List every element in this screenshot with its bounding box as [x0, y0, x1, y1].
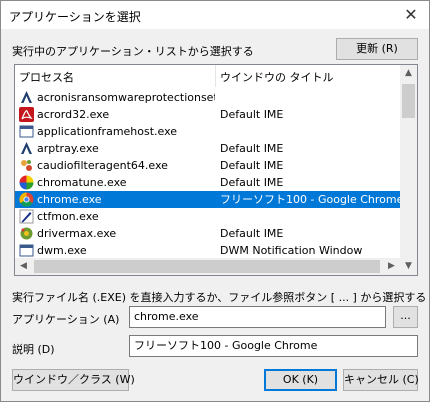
chrome-icon [19, 192, 34, 207]
close-icon[interactable]: ✕ [401, 5, 421, 25]
application-input[interactable]: chrome.exe [129, 306, 386, 328]
scroll-left-icon[interactable]: ◀ [15, 258, 32, 275]
refresh-button[interactable]: 更新 (R) [336, 38, 418, 60]
column-header-title[interactable]: ウインドウの タイトル [220, 69, 334, 85]
gear-icon [19, 226, 34, 241]
list-item[interactable]: applicationframehost.exe [15, 123, 400, 140]
list-item[interactable]: caudiofilteragent64.exe Default IME [15, 157, 400, 174]
title-bar: アプリケーションを選択 ✕ [1, 1, 429, 29]
list-item[interactable]: dwm.exe DWM Notification Window [15, 242, 400, 259]
window-title: Default IME [220, 176, 284, 189]
acrobat-icon [19, 107, 34, 122]
list-item[interactable]: arptray.exe Default IME [15, 140, 400, 157]
vertical-scrollbar[interactable]: ▲ ▼ [400, 65, 417, 275]
list-item[interactable]: drivermax.exe Default IME [15, 225, 400, 242]
horizontal-scroll-thumb[interactable] [34, 260, 380, 273]
process-name: applicationframehost.exe [37, 125, 178, 138]
browse-button[interactable]: ... [393, 306, 418, 328]
ok-button[interactable]: OK (K) [264, 369, 337, 391]
window-class-button[interactable]: ウインドウ／クラス (W) [12, 369, 135, 391]
audio-icon [19, 158, 34, 173]
scroll-down-icon[interactable]: ▼ [400, 258, 417, 275]
application-label: アプリケーション (A) [12, 313, 120, 326]
process-name: acronisransomwareprotectionsetu... [37, 91, 215, 104]
window-title: Default IME [220, 142, 284, 155]
scroll-up-icon[interactable]: ▲ [400, 65, 417, 82]
cancel-button[interactable]: キャンセル (C) [343, 369, 419, 391]
description-input[interactable]: フリーソフト100 - Google Chrome [129, 335, 418, 357]
window-icon [19, 124, 34, 139]
window-title: フリーソフト100 - Google Chrome [220, 193, 404, 206]
process-name: arptray.exe [37, 142, 99, 155]
window-title: Default IME [220, 159, 284, 172]
list-header: プロセス名 ウインドウの タイトル [15, 65, 417, 87]
process-list[interactable]: プロセス名 ウインドウの タイトル acronisransomwareprote… [14, 64, 418, 276]
window-title: Default IME [220, 108, 284, 121]
process-name: chromatune.exe [37, 176, 127, 189]
list-item[interactable]: ctfmon.exe [15, 208, 400, 225]
process-name: ctfmon.exe [37, 210, 99, 223]
pen-icon [19, 209, 34, 224]
column-divider[interactable] [215, 65, 216, 87]
list-item[interactable]: acrord32.exe Default IME [15, 106, 400, 123]
description-label: 説明 (D) [12, 343, 55, 356]
column-header-process[interactable]: プロセス名 [19, 69, 74, 85]
process-name: caudiofilteragent64.exe [37, 159, 168, 172]
exe-instruction-label: 実行ファイル名 (.EXE) を直接入力するか、ファイル参照ボタン [ ... … [12, 291, 427, 304]
window-icon [19, 243, 34, 258]
process-name: drivermax.exe [37, 227, 117, 240]
process-name: dwm.exe [37, 244, 87, 257]
list-item[interactable]: acronisransomwareprotectionsetu... [15, 89, 400, 106]
list-rows: acronisransomwareprotectionsetu... acrord… [15, 89, 404, 259]
color-wheel-icon [19, 175, 34, 190]
dialog-title: アプリケーションを選択 [9, 10, 141, 24]
scroll-right-icon[interactable]: ▶ [383, 258, 400, 275]
vertical-scroll-thumb[interactable] [402, 84, 415, 118]
list-item[interactable]: chromatune.exe Default IME [15, 174, 400, 191]
acronis-icon [19, 141, 34, 156]
horizontal-scrollbar[interactable]: ◀ ▶ [15, 258, 400, 275]
process-name: acrord32.exe [37, 108, 110, 121]
window-title: DWM Notification Window [220, 244, 363, 257]
list-item[interactable]: chrome.exe フリーソフト100 - Google Chrome [15, 191, 404, 208]
running-apps-label: 実行中のアプリケーション・リストから選択する [12, 45, 254, 58]
acronis-icon [19, 90, 34, 105]
window-title: Default IME [220, 227, 284, 240]
process-name: chrome.exe [37, 193, 102, 206]
select-application-dialog: アプリケーションを選択 ✕ 実行中のアプリケーション・リストから選択する 更新 … [0, 0, 430, 402]
